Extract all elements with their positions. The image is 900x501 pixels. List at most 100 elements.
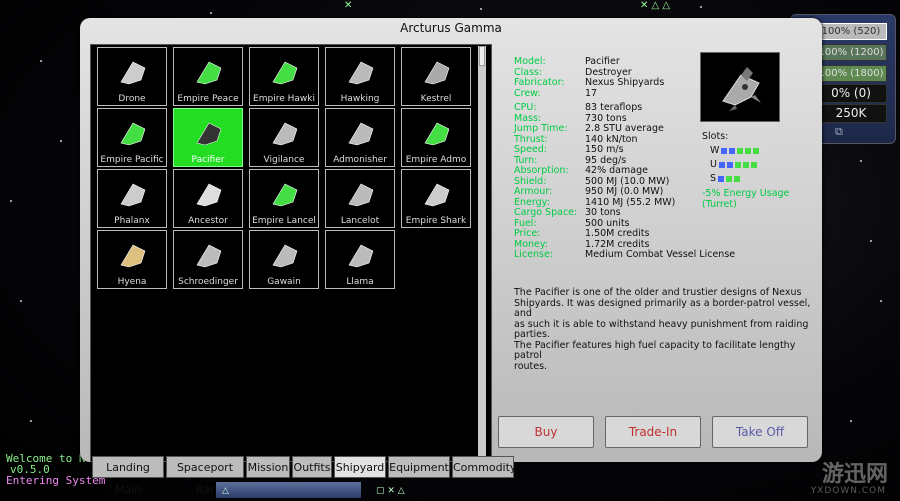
tab-shipyard[interactable]: Shipyard — [334, 456, 386, 478]
description-line: as such it is able to withstand heavy pu… — [514, 318, 809, 340]
ship-grid: Drone Empire Peace Empire Hawki Hawking Kest… — [90, 44, 492, 462]
ship-icon — [120, 122, 146, 146]
info-value: 30 tons — [585, 207, 621, 218]
nav-marker-icon: ✕ △ △ — [640, 0, 671, 11]
ship-icon — [196, 183, 222, 207]
ship-icon — [424, 183, 450, 207]
credits-readout: 250K — [815, 104, 887, 123]
console-line: Entering System — [6, 474, 106, 487]
ship-tile[interactable]: Admonisher — [325, 108, 395, 167]
ship-icon — [272, 122, 298, 146]
ship-tile-label: Empire Hawki — [253, 94, 315, 104]
watermark-logo: 游迅网 — [821, 462, 888, 487]
slot-type-label: W — [710, 145, 720, 156]
ship-tile-label: Admonisher — [333, 155, 387, 165]
tab-mission[interactable]: Mission — [246, 456, 290, 478]
ship-tile-label: Pacifier — [191, 155, 225, 165]
slot-square — [726, 175, 733, 182]
slot-bonus: -5% Energy Usage (Turret) — [702, 188, 789, 210]
slot-square — [734, 175, 741, 182]
slot-square — [726, 161, 733, 168]
ship-icon — [348, 183, 374, 207]
star — [870, 240, 872, 242]
ship-tile[interactable]: Lancelot — [325, 169, 395, 228]
ship-tile-label: Drone — [118, 94, 146, 104]
tab-spaceport-bar[interactable]: Spaceport Bar — [166, 456, 244, 496]
info-value: 730 tons — [585, 112, 627, 124]
bottom-bar — [216, 482, 361, 498]
pacifier-ship-icon — [722, 67, 761, 111]
ship-tile[interactable]: Vigilance — [249, 108, 319, 167]
ship-tile[interactable]: Kestrel — [401, 47, 471, 106]
trade-in-button[interactable]: Trade-In — [605, 416, 701, 448]
ship-icon — [272, 244, 298, 268]
ship-icon — [272, 183, 298, 207]
ship-grid-scrollbar[interactable] — [478, 46, 486, 460]
info-value: 140 kN/ton — [585, 133, 638, 145]
ship-tile[interactable]: Hyena — [97, 230, 167, 289]
info-value: 950 MJ (0.0 MW) — [585, 186, 664, 197]
hud-handle-icon[interactable]: ⧉ — [835, 125, 849, 139]
ship-tile[interactable]: Empire Pacific — [97, 108, 167, 167]
info-value: 500 MJ (10.0 MW) — [585, 175, 670, 187]
info-label: Fuel: — [514, 217, 537, 229]
ship-tile[interactable]: Llama — [325, 230, 395, 289]
slot-type-label: S — [710, 173, 717, 184]
slot-square — [750, 161, 757, 168]
slot-row: W — [710, 145, 760, 156]
nav-marker-icon: ✕ — [344, 0, 353, 11]
ship-icon — [120, 183, 146, 207]
ship-tile-label: Vigilance — [263, 155, 305, 165]
ship-tile[interactable]: Empire Peace — [173, 47, 243, 106]
ship-tile[interactable]: Schroedinger — [173, 230, 243, 289]
slot-square — [734, 161, 741, 168]
ship-tile-label: Gawain — [267, 277, 301, 287]
ship-tile[interactable]: Gawain — [249, 230, 319, 289]
slot-row: S — [710, 173, 741, 184]
info-value: Pacifier — [585, 56, 620, 67]
info-value: 500 units — [585, 217, 630, 229]
ship-tile[interactable]: Pacifier — [173, 108, 243, 167]
info-value: 2.8 STU average — [585, 123, 664, 134]
tab-landing-main[interactable]: Landing Main — [92, 456, 164, 496]
tab-equipment[interactable]: Equipment — [388, 456, 450, 478]
scrollbar-thumb[interactable] — [479, 46, 485, 66]
description-line: routes. — [514, 360, 548, 372]
description-line: The Pacifier is one of the older and tru… — [514, 287, 802, 298]
fuel-readout: 0% (0) — [815, 84, 887, 103]
ship-icon — [348, 61, 374, 85]
info-label: Price: — [514, 228, 541, 239]
nav-marker-icon: △ — [222, 486, 229, 496]
ship-tile[interactable]: Ancestor — [173, 169, 243, 228]
ship-icon — [196, 61, 222, 85]
info-label: Shield: — [514, 175, 547, 187]
ship-tile[interactable]: Phalanx — [97, 169, 167, 228]
ship-tile[interactable]: Empire Shark — [401, 169, 471, 228]
buy-button[interactable]: Buy — [498, 416, 594, 448]
ship-tile[interactable]: Empire Lancel — [249, 169, 319, 228]
take-off-button[interactable]: Take Off — [712, 416, 808, 448]
ship-tile-label: Phalanx — [114, 216, 150, 226]
ship-tile[interactable]: Empire Hawki — [249, 47, 319, 106]
info-value: 42% damage — [585, 165, 648, 176]
ship-tile-label: Schroedinger — [178, 277, 238, 287]
ship-icon — [120, 61, 146, 85]
star — [880, 300, 882, 302]
star — [60, 140, 62, 142]
tab-commodity[interactable]: Commodity — [452, 456, 516, 478]
info-label: Model: — [514, 56, 546, 67]
slot-square — [742, 161, 749, 168]
ship-tile-label: Hawking — [340, 94, 380, 104]
energy-bar: 100% (1800) — [815, 65, 887, 82]
star — [700, 6, 702, 8]
ship-tile[interactable]: Hawking — [325, 47, 395, 106]
ship-icon — [120, 244, 146, 268]
ship-tile[interactable]: Empire Admo — [401, 108, 471, 167]
ship-preview — [700, 52, 780, 122]
ship-tile[interactable]: Drone — [97, 47, 167, 106]
slot-row: U — [710, 159, 757, 170]
ship-icon — [424, 122, 450, 146]
tab-outfits[interactable]: Outfits — [292, 456, 332, 478]
info-label: Mass: — [514, 112, 542, 124]
info-value: Nexus Shipyards — [585, 77, 665, 88]
